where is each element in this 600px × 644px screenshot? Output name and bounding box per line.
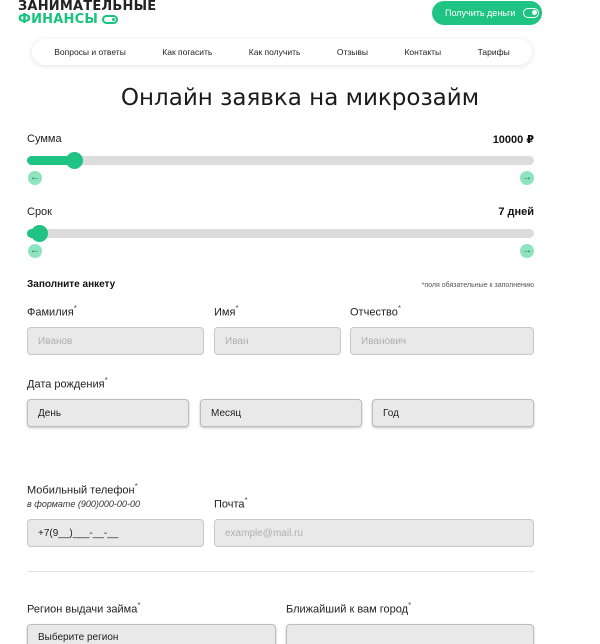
first-name-field[interactable]: Иван xyxy=(214,327,341,355)
term-decrease-arrow-icon[interactable]: ← xyxy=(28,244,42,258)
phone-label-text: Мобильный телефон xyxy=(27,484,135,497)
term-increase-arrow-icon[interactable]: → xyxy=(520,244,534,258)
nav-item-faq[interactable]: Вопросы и ответы xyxy=(54,47,126,57)
nav-item-how-to-repay[interactable]: Как погасить xyxy=(162,47,212,57)
last-name-label-text: Фамилия xyxy=(27,306,74,319)
divider xyxy=(27,571,534,572)
term-slider-handle[interactable] xyxy=(30,225,48,242)
email-field[interactable]: example@mail.ru xyxy=(214,519,534,547)
get-money-button[interactable]: Получить деньги xyxy=(432,1,542,25)
amount-slider-handle[interactable] xyxy=(66,152,84,169)
amount-label: Сумма xyxy=(27,133,62,145)
phone-label: Мобильный телефон* xyxy=(27,482,138,497)
required-mark: * xyxy=(408,601,412,610)
amount-slider[interactable] xyxy=(27,152,534,169)
email-label-text: Почта xyxy=(214,498,245,511)
amount-decrease-arrow-icon[interactable]: ← xyxy=(28,171,42,185)
required-mark: * xyxy=(235,304,239,313)
required-mark: * xyxy=(244,496,248,505)
term-slider[interactable] xyxy=(27,225,534,242)
get-money-label: Получить деньги xyxy=(445,8,516,18)
first-name-label: Имя* xyxy=(214,304,239,319)
city-label: Ближайший к вам город* xyxy=(286,601,411,616)
city-select[interactable] xyxy=(286,624,534,644)
region-label: Регион выдачи займа* xyxy=(27,601,140,616)
city-label-text: Ближайший к вам город xyxy=(286,603,409,616)
required-mark: * xyxy=(73,304,77,313)
required-mark: * xyxy=(397,304,401,313)
amount-increase-arrow-icon[interactable]: → xyxy=(520,171,534,185)
birth-date-label: Дата рождения* xyxy=(27,376,108,391)
toggle-icon xyxy=(102,15,119,24)
logo-line2-text: ФИНАНСЫ xyxy=(18,12,99,27)
region-select[interactable]: Выберите регион xyxy=(27,624,276,644)
region-label-text: Регион выдачи займа xyxy=(27,603,138,616)
page-title: Онлайн заявка на микрозайм xyxy=(120,85,480,111)
birth-year-select[interactable]: Год xyxy=(372,399,534,427)
patronymic-label-text: Отчество xyxy=(350,306,398,319)
main-nav: Вопросы и ответы Как погасить Как получи… xyxy=(32,39,532,65)
birth-date-label-text: Дата рождения xyxy=(27,378,105,391)
required-mark: * xyxy=(104,376,108,385)
term-label: Срок xyxy=(27,206,52,218)
phone-field[interactable]: +7(9__)___-__-__ xyxy=(27,519,204,547)
required-mark: * xyxy=(137,601,141,610)
term-value: 7 дней xyxy=(498,206,534,218)
nav-item-contacts[interactable]: Контакты xyxy=(404,47,441,57)
nav-item-how-to-get[interactable]: Как получить xyxy=(249,47,301,57)
required-mark: * xyxy=(134,482,138,491)
birth-month-select[interactable]: Месяц xyxy=(200,399,362,427)
logo[interactable]: ЗАНИМАТЕЛЬНЫЕ ФИНАНСЫ xyxy=(18,0,156,26)
form-section-title: Заполните анкету xyxy=(27,279,116,290)
patronymic-field[interactable]: Иванович xyxy=(350,327,534,355)
nav-item-tariffs[interactable]: Тарифы xyxy=(478,47,510,57)
logo-line2: ФИНАНСЫ xyxy=(18,13,156,26)
last-name-field[interactable]: Иванов xyxy=(27,327,204,355)
last-name-label: Фамилия* xyxy=(27,304,77,319)
birth-day-select[interactable]: День xyxy=(27,399,189,427)
patronymic-label: Отчество* xyxy=(350,304,401,319)
required-note: *поля обязательные к заполнению xyxy=(421,282,534,289)
email-label: Почта* xyxy=(214,496,248,511)
nav-item-reviews[interactable]: Отзывы xyxy=(337,47,368,57)
amount-value: 10000 ₽ xyxy=(492,134,534,146)
toggle-icon xyxy=(523,8,540,18)
first-name-label-text: Имя xyxy=(214,306,236,319)
phone-format-hint: в формате (900)000-00-00 xyxy=(27,499,140,509)
